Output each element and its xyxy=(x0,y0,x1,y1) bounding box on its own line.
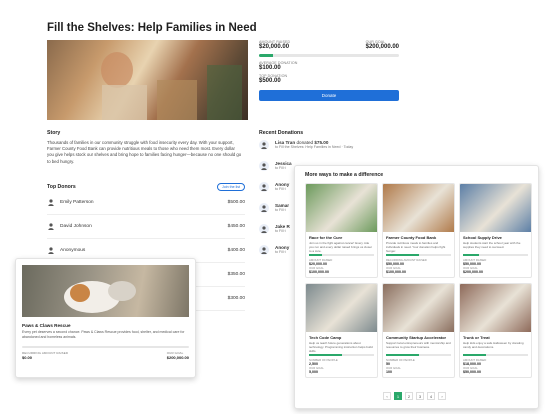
donor-amount: $300.00 xyxy=(227,296,245,301)
paws-claws-card[interactable]: Paws & Claws Rescue Every pet deserves a… xyxy=(15,258,196,378)
page-button-1[interactable]: 1 xyxy=(394,392,402,400)
campaign-goal: $200,000.00 xyxy=(463,270,483,274)
dog-illustration xyxy=(64,281,136,313)
paws-goal: $200,000.00 xyxy=(166,355,189,360)
campaign-goal: 5,000 xyxy=(309,370,318,374)
campaign-description: Help kids enjoy a safe Halloween by dona… xyxy=(463,341,524,349)
campaign-photo xyxy=(383,184,454,232)
recent-donation-sub: to Fill t xyxy=(275,250,286,254)
campaign-progress-fill xyxy=(386,254,419,256)
donor-avatar-icon xyxy=(259,203,269,213)
campaign-progress xyxy=(309,354,374,356)
campaign-description: Help us teach future generations about t… xyxy=(309,341,373,353)
top-donor-row: Emily Patterson $500.00 xyxy=(47,191,245,214)
campaign-photo xyxy=(306,184,377,232)
campaign-photo xyxy=(460,184,531,232)
campaign-progress-fill xyxy=(309,354,342,356)
story-text: Thousands of families in our community s… xyxy=(47,140,242,164)
progress-fill xyxy=(259,54,273,57)
campaign-progress xyxy=(463,254,528,256)
campaign-progress-fill xyxy=(463,254,480,256)
campaign-name: Race for the Cure xyxy=(309,235,343,240)
campaign-progress xyxy=(309,254,374,256)
page-button-2[interactable]: 2 xyxy=(405,392,413,400)
donor-amount: $500.00 xyxy=(227,200,245,205)
recent-donation-sub: to Fill t xyxy=(275,229,286,233)
more-ways-panel: More ways to make a difference Race for … xyxy=(294,165,539,409)
campaign-description: Provide nutritious meals to families and… xyxy=(386,241,446,253)
campaign-description: Support local entrepreneurs with mentors… xyxy=(386,341,451,349)
top-donor-row: David Johnson $450.00 xyxy=(47,215,245,238)
user-icon xyxy=(47,247,55,255)
more-ways-heading: More ways to make a difference xyxy=(305,172,384,178)
campaign-card[interactable]: Trunk or Treat Help kids enjoy a safe Hal… xyxy=(459,283,532,378)
paws-claws-photo xyxy=(22,265,189,317)
campaign-photo xyxy=(47,40,248,120)
recent-donation-sub: to Fill the Shelves: Help Families in Ne… xyxy=(275,145,354,149)
next-page-button[interactable]: › xyxy=(438,392,446,400)
campaign-name: Tech Code Camp xyxy=(309,335,342,340)
donor-avatar-icon xyxy=(259,140,269,150)
amount-raised: $20,000.00 xyxy=(259,44,290,50)
campaign-card[interactable]: Tech Code Camp Help us teach future gener… xyxy=(305,283,378,378)
campaign-description: Join us in the fight against cancer! Eve… xyxy=(309,241,373,253)
campaign-progress-fill xyxy=(463,354,487,356)
campaign-goal: $100,000.00 xyxy=(309,270,329,274)
donor-amount: $400.00 xyxy=(227,248,245,253)
page-button-3[interactable]: 3 xyxy=(416,392,424,400)
recent-donation-sub: to Fill t xyxy=(275,208,286,212)
campaign-goal: $50,000.00 xyxy=(463,370,481,374)
prev-page-button[interactable]: ‹ xyxy=(383,392,391,400)
campaign-progress xyxy=(386,254,451,256)
campaign-card[interactable]: Farmer County Food Bank Provide nutritiou… xyxy=(382,183,455,278)
campaign-name: School Supply Drive xyxy=(463,235,502,240)
recent-donations-heading: Recent Donations xyxy=(259,130,304,136)
donor-avatar-icon xyxy=(259,182,269,192)
donor-avatar-icon xyxy=(259,224,269,234)
story-heading: Story xyxy=(47,130,61,136)
campaign-goal: 100 xyxy=(386,370,392,374)
recent-donation-sub: to Fill t xyxy=(275,166,286,170)
campaign-card[interactable]: School Supply Drive Help students start t… xyxy=(459,183,532,278)
campaign-progress xyxy=(463,354,528,356)
donor-name: David Johnson xyxy=(60,224,92,229)
top-donors-heading: Top Donors xyxy=(47,184,76,190)
progress-bar xyxy=(259,54,399,57)
recent-donation-sub: to Fill t xyxy=(275,187,286,191)
join-the-list-button[interactable]: Join the list xyxy=(217,183,245,191)
campaign-card[interactable]: Community Startup Accelerator Support loc… xyxy=(382,283,455,378)
campaign-progress-fill xyxy=(386,354,419,356)
recurring-raised: $0.00 xyxy=(22,355,33,360)
average-donation: $100.00 xyxy=(259,64,281,71)
donor-name: Emily Patterson xyxy=(60,200,94,205)
campaign-progress xyxy=(386,354,451,356)
campaign-name: Farmer County Food Bank xyxy=(386,235,437,240)
page-button-4[interactable]: 4 xyxy=(427,392,435,400)
campaign-name: Community Startup Accelerator xyxy=(386,335,447,340)
donor-avatar-icon xyxy=(259,161,269,171)
our-goal: $200,000.00 xyxy=(365,44,399,50)
campaign-photo xyxy=(383,284,454,332)
campaign-card[interactable]: Race for the Cure Join us in the fight ag… xyxy=(305,183,378,278)
paws-claws-description: Every pet deserves a second chance. Paws… xyxy=(22,330,185,339)
campaign-photo xyxy=(460,284,531,332)
page-title: Fill the Shelves: Help Families in Need xyxy=(47,22,257,34)
donor-avatar-icon xyxy=(259,245,269,255)
campaign-name: Trunk or Treat xyxy=(463,335,490,340)
user-icon xyxy=(47,223,55,231)
donate-button[interactable]: Donate xyxy=(259,89,399,101)
donor-amount: $450.00 xyxy=(227,224,245,229)
volunteers-illustration xyxy=(101,52,242,120)
recent-donation-item: Lisa Tran donated $75.00 to Fill the Shel… xyxy=(259,140,399,161)
donor-name: Anonymous xyxy=(60,248,86,253)
paws-claws-title: Paws & Claws Rescue xyxy=(22,323,71,328)
top-donation: $500.00 xyxy=(259,77,281,84)
donor-amount: $350.00 xyxy=(227,272,245,277)
campaign-goal: $100,000.00 xyxy=(386,270,406,274)
user-icon xyxy=(47,199,55,207)
campaign-description: Help students start the school year with… xyxy=(463,241,521,249)
campaign-progress-fill xyxy=(309,254,322,256)
campaign-photo xyxy=(306,284,377,332)
